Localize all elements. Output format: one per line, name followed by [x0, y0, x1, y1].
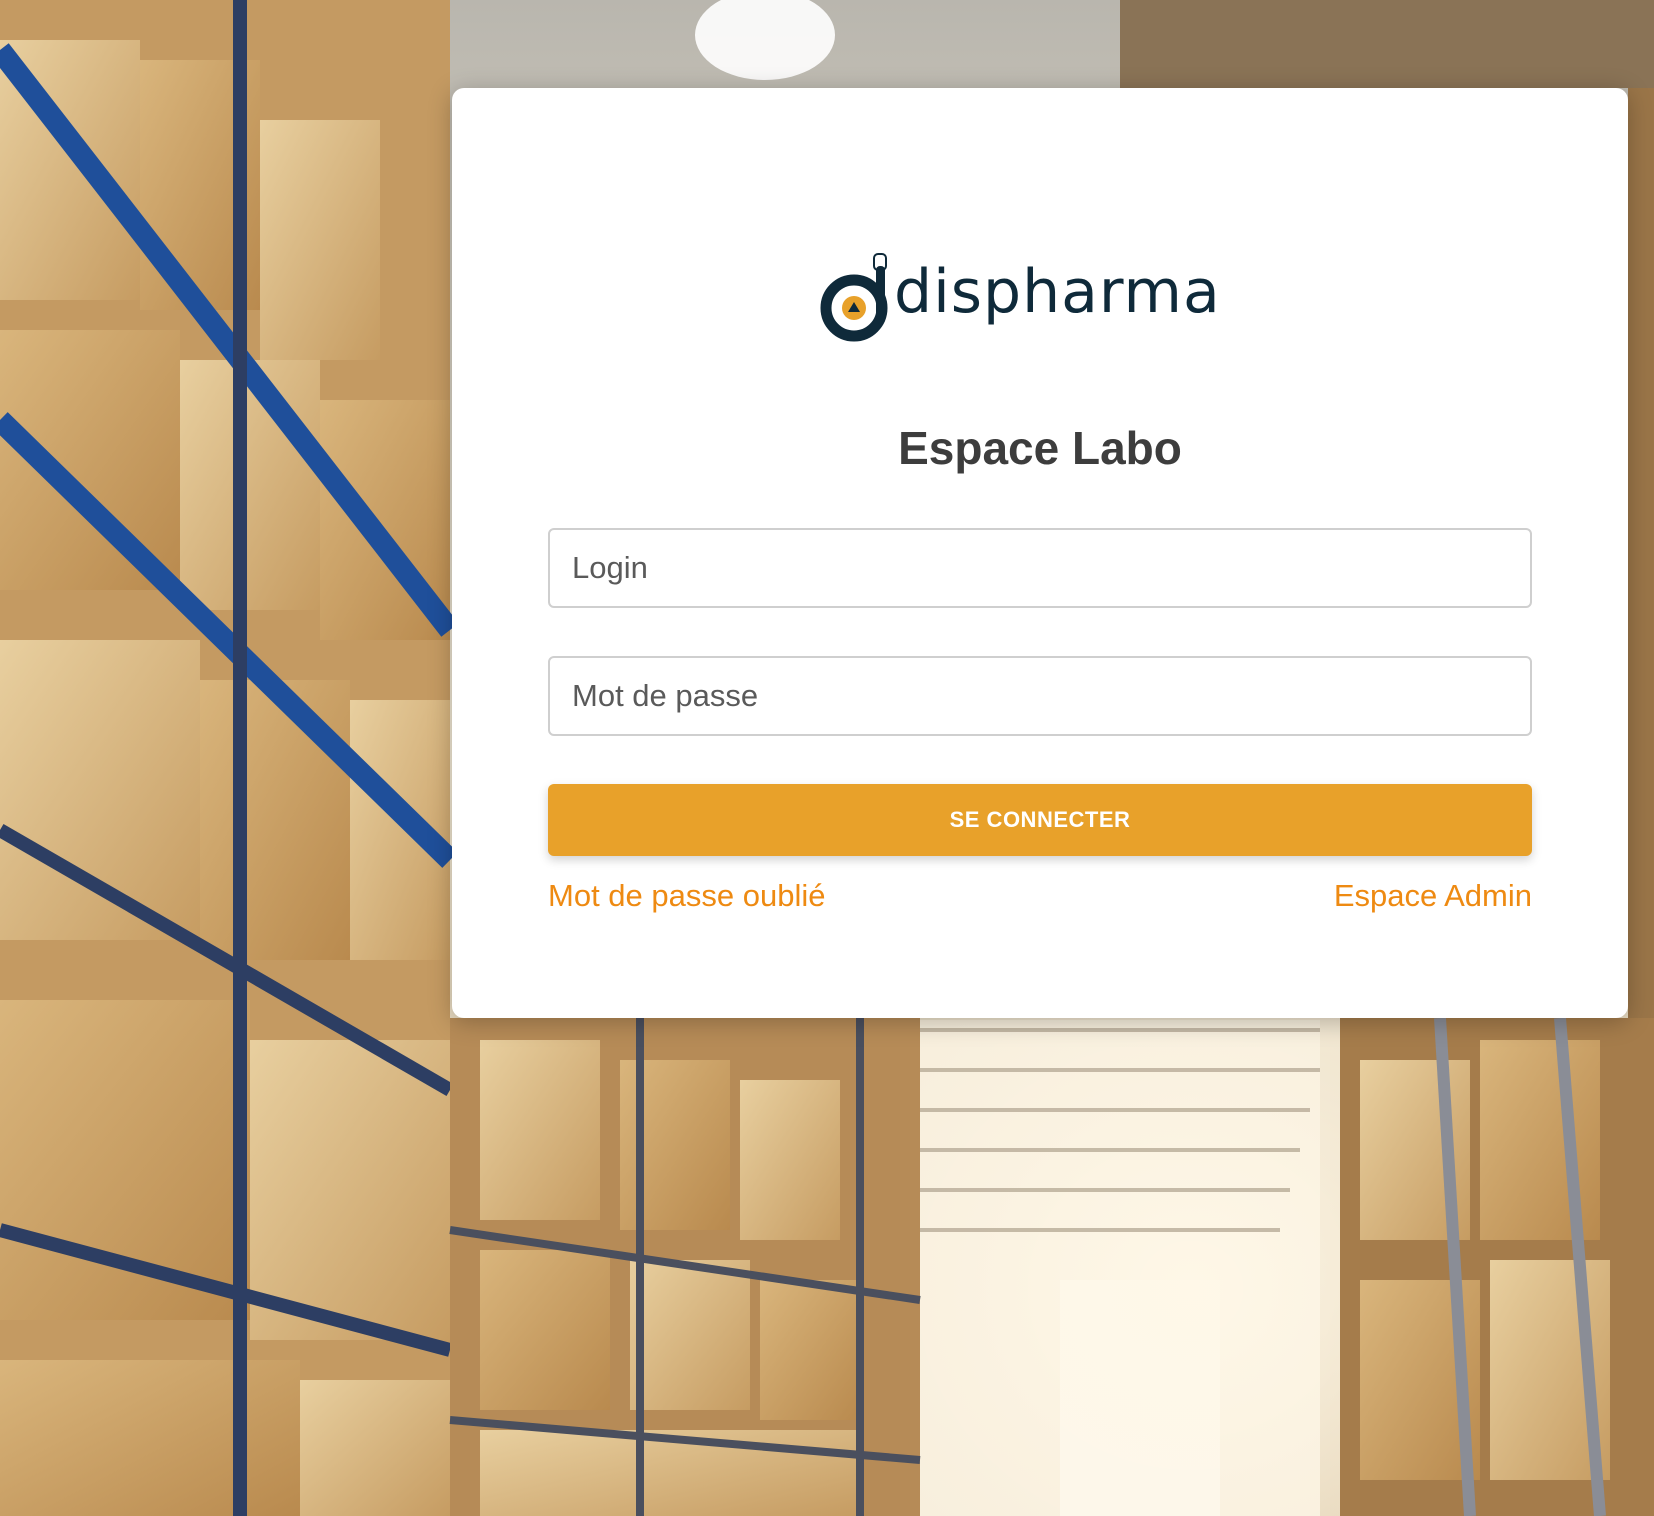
dispharma-logo-mark [820, 253, 888, 342]
page-title: Espace Labo [898, 422, 1182, 474]
logo-wordmark: dispharma [894, 257, 1221, 327]
login-card: dispharma Espace Labo SE CONNECTER Mot d… [452, 88, 1628, 1018]
dispharma-logo: dispharma [820, 246, 1240, 346]
login-input[interactable] [550, 530, 1530, 606]
login-field-wrapper [548, 528, 1532, 608]
password-field-wrapper [548, 656, 1532, 736]
forgot-password-link[interactable]: Mot de passe oublié [548, 876, 825, 916]
password-input[interactable] [550, 658, 1530, 734]
login-submit-button[interactable]: SE CONNECTER [548, 784, 1532, 856]
admin-space-link[interactable]: Espace Admin [1334, 876, 1532, 916]
